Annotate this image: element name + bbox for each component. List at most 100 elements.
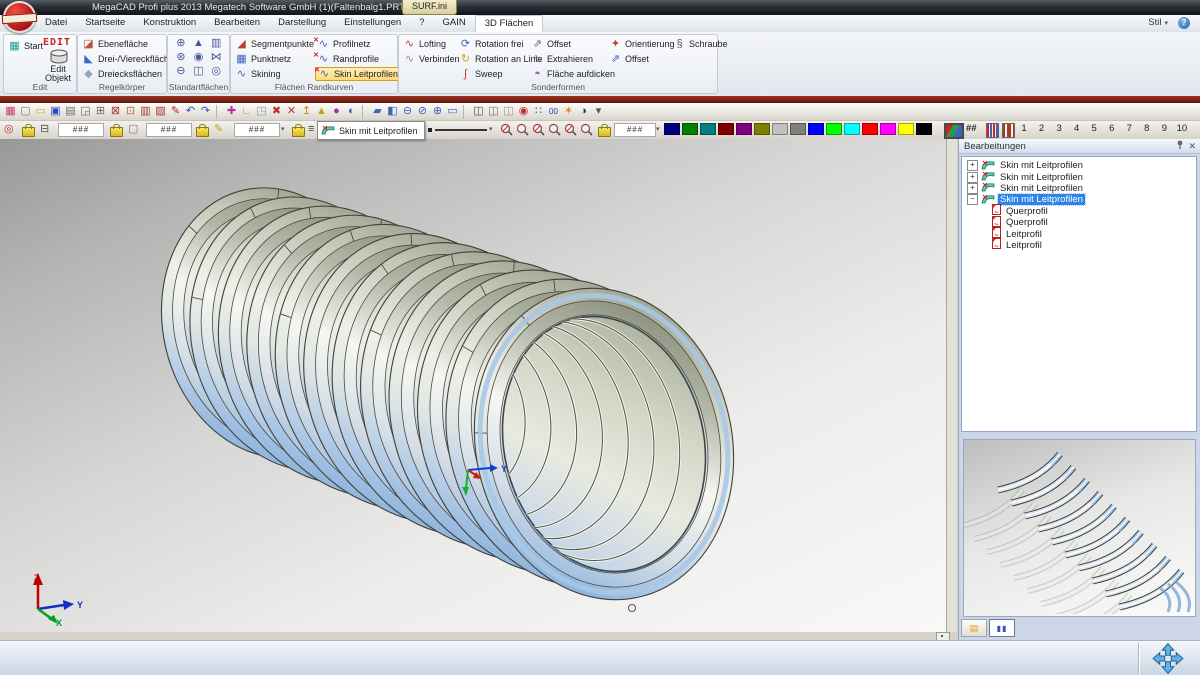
page-number-4[interactable]: 4 [1071, 123, 1083, 134]
lift-icon[interactable]: ↥ [299, 104, 314, 119]
color-swatch-0[interactable] [664, 123, 680, 135]
copy-view-icon[interactable]: ⊞ [93, 104, 108, 119]
menu-darstellung[interactable]: Darstellung [269, 15, 335, 32]
sphere-red-icon[interactable]: ◉ [516, 104, 531, 119]
surface-box-icon[interactable]: ▰ [370, 104, 385, 119]
page-number-9[interactable]: 9 [1158, 123, 1170, 134]
pen-table2-icon[interactable] [1002, 123, 1015, 138]
ribbon-item-ebenefläche[interactable]: ◪Ebenefläche [80, 37, 176, 51]
color-swatch-8[interactable] [808, 123, 824, 135]
menu-konstruktion[interactable]: Konstruktion [134, 15, 205, 32]
color-swatch-6[interactable] [772, 123, 788, 135]
digits-icon[interactable]: 00 [546, 104, 561, 119]
delete-x-icon[interactable]: ✖ [269, 104, 284, 119]
surface-disc2-icon[interactable]: ⊘ [415, 104, 430, 119]
start-button[interactable]: ▦ Start [6, 39, 45, 53]
points-icon[interactable]: ∷ [531, 104, 546, 119]
cylinder2-icon[interactable]: ◫ [486, 104, 501, 119]
chevron-down-icon[interactable]: ▾ [489, 122, 493, 137]
hatch-settings-icon[interactable]: ▨ [153, 104, 168, 119]
color-swatch-3[interactable] [718, 123, 734, 135]
page-number-7[interactable]: 7 [1123, 123, 1135, 134]
figure-icon[interactable]: ▲ [314, 104, 329, 119]
hash-layers-button[interactable]: ## [966, 123, 977, 134]
surface-disc-icon[interactable]: ⊖ [400, 104, 415, 119]
lightbox-icon[interactable]: ◳ [254, 104, 269, 119]
lock-icon[interactable] [110, 127, 123, 137]
expand-icon[interactable]: + [967, 183, 978, 194]
page-number-2[interactable]: 2 [1036, 123, 1048, 134]
color-swatch-12[interactable] [880, 123, 896, 135]
delete-x2-icon[interactable]: ✕ [284, 104, 299, 119]
surface-disc3-icon[interactable]: ⊕ [430, 104, 445, 119]
preview-panel[interactable] [963, 439, 1196, 617]
chevron-down-icon[interactable]: ▾ [656, 122, 660, 137]
layer-dropdown[interactable]: ### [58, 123, 104, 137]
ribbon-item-offset[interactable]: ⇗Offset [607, 52, 677, 66]
color-swatch-11[interactable] [862, 123, 878, 135]
ribbon-item-schraube[interactable]: §Schraube [671, 37, 730, 51]
open-file-icon[interactable]: ▭ [33, 104, 48, 119]
undo-icon[interactable]: ↶ [183, 104, 198, 119]
tab-edits[interactable]: ▮▮ [989, 619, 1015, 637]
ribbon-item-dreiecksflächen[interactable]: ◆Dreiecksflächen [80, 67, 176, 81]
edit-object-button[interactable]: EditObjekt [41, 65, 75, 83]
page-number-8[interactable]: 8 [1141, 123, 1153, 134]
cylinder3-icon[interactable]: ◫ [501, 104, 516, 119]
menu-startseite[interactable]: Startseite [76, 15, 134, 32]
layers-icon[interactable]: ⊟ [40, 122, 49, 137]
globe-icon[interactable]: ◐ [344, 104, 359, 119]
tab-properties[interactable]: ▤ [961, 619, 987, 637]
menu-lines-icon[interactable]: ≡ [308, 122, 314, 137]
sphere-magenta-icon[interactable]: ● [329, 104, 344, 119]
menu-gain[interactable]: GAIN [434, 15, 475, 32]
group-dropdown[interactable]: ### [146, 123, 192, 137]
ribbon-item-profilnetz[interactable]: ∿✕Profilnetz [315, 37, 401, 51]
drawing-canvas[interactable]: Y ZYX [0, 139, 946, 632]
menu-3d-flächen[interactable]: 3D Flächen [475, 15, 544, 33]
pencil-icon[interactable]: ✎ [214, 122, 223, 137]
ribbon-item-lofting[interactable]: ∿Lofting [401, 37, 462, 51]
color-swatch-7[interactable] [790, 123, 806, 135]
sphere-axis-icon[interactable]: ◉ [194, 51, 204, 65]
marker-icon[interactable]: ✎ [168, 104, 183, 119]
color-mode-icon[interactable]: ▦ [3, 104, 18, 119]
pan-move-icon[interactable] [1150, 642, 1186, 675]
edit-tool-icon[interactable]: ✚ [224, 104, 239, 119]
sphere-hr-icon[interactable]: ⊛ [176, 51, 185, 65]
pen-dropdown[interactable]: ### [234, 123, 280, 137]
print-preview-icon[interactable]: ◲ [78, 104, 93, 119]
new-file-icon[interactable]: ▢ [18, 104, 33, 119]
more-icon[interactable]: ▾ [591, 104, 606, 119]
ribbon-item-orientierung[interactable]: ✦Orientierung [607, 37, 677, 51]
menu-bearbeiten[interactable]: Bearbeiten [205, 15, 269, 32]
person-move-icon[interactable]: ✶ [561, 104, 576, 119]
canvas-scrollbar[interactable] [946, 139, 957, 632]
ribbon-item-drei-viereckfläche[interactable]: ◣Drei-/Viereckfläche [80, 52, 176, 66]
monitor-colors-icon[interactable] [944, 123, 964, 139]
tree-item-leitprofil-7[interactable]: Leitprofil [962, 240, 1196, 251]
menu-datei[interactable]: Datei [36, 15, 76, 32]
ribbon-item-randprofile[interactable]: ∿✕Randprofile [315, 52, 401, 66]
sphere-icon[interactable]: ⊕ [176, 37, 185, 51]
ribbon-item-fläche-aufdicken[interactable]: ◓Fläche aufdicken [529, 67, 617, 81]
color-swatch-13[interactable] [898, 123, 914, 135]
tree-item-skin-mit-leitprofilen-1[interactable]: +Skin mit Leitprofilen [962, 171, 1196, 182]
ribbon-item-punktnetz[interactable]: ▦Punktnetz [233, 52, 316, 66]
color-swatch-5[interactable] [754, 123, 770, 135]
lock-icon[interactable] [196, 127, 209, 137]
page-number-10[interactable]: 10 [1176, 123, 1188, 134]
tree-item-skin-mit-leitprofilen-2[interactable]: +Skin mit Leitprofilen [962, 183, 1196, 194]
lock-icon[interactable] [598, 127, 611, 137]
lock-icon[interactable] [22, 127, 35, 137]
file-tab-surf-ini[interactable]: SURF.ini [402, 0, 457, 15]
pin-icon[interactable] [1176, 140, 1184, 152]
axis-tool-icon[interactable]: ∟ [239, 104, 254, 119]
menu-einstellungen[interactable]: Einstellungen [335, 15, 410, 32]
page-number-6[interactable]: 6 [1106, 123, 1118, 134]
view-dropdown[interactable]: ### [614, 123, 656, 137]
ribbon-item-offset[interactable]: ⇗Offset [529, 37, 617, 51]
color-swatch-2[interactable] [700, 123, 716, 135]
sphere-circle-icon[interactable]: ◎ [211, 65, 221, 79]
style-menu[interactable]: Stil ▾ [1148, 17, 1168, 28]
